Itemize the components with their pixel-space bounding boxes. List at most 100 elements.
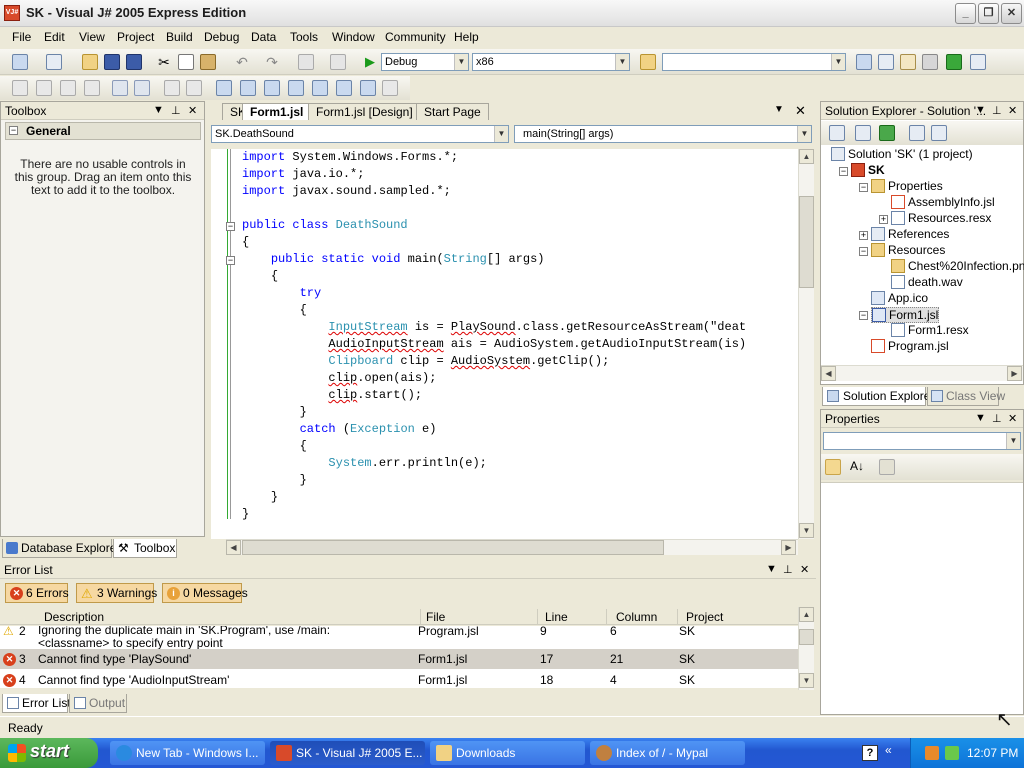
tree-item[interactable]: Program.jsl <box>871 339 949 353</box>
close-icon[interactable]: ✕ <box>188 104 197 117</box>
word-completion-icon[interactable] <box>60 80 76 96</box>
table-row[interactable]: ✕ 3 Cannot find type 'PlaySound' Form1.j… <box>0 649 798 669</box>
scroll-thumb[interactable] <box>799 196 814 288</box>
menu-debug[interactable]: Debug <box>204 30 239 44</box>
add-item-icon[interactable] <box>46 54 62 70</box>
task-visual-j[interactable]: SK - Visual J# 2005 E... <box>270 741 425 765</box>
pin-icon[interactable]: ⊥ <box>783 563 793 576</box>
platform-combo[interactable]: x86 ▼ <box>472 53 630 71</box>
start-button[interactable]: start <box>0 738 98 768</box>
close-button[interactable]: ✕ <box>1001 3 1022 24</box>
tab-output[interactable]: Output <box>69 694 127 713</box>
dropdown-icon[interactable]: ▼ <box>975 412 986 424</box>
start-debugging-icon[interactable]: ▶ <box>362 54 378 70</box>
column-project[interactable]: Project <box>686 610 723 624</box>
tab-form1-jsl[interactable]: Form1.jsl <box>242 103 312 120</box>
chevron-down-icon[interactable]: ▼ <box>1006 433 1020 449</box>
tab-solution-explorer[interactable]: Solution Explorer <box>822 387 934 406</box>
collapse-icon[interactable]: − <box>859 183 868 192</box>
quick-info-icon[interactable] <box>12 80 28 96</box>
categorized-icon[interactable] <box>825 459 841 475</box>
minimize-button[interactable]: _ <box>955 3 976 24</box>
task-new-tab[interactable]: New Tab - Windows I... <box>110 741 265 765</box>
bookmark-icon[interactable] <box>216 80 232 96</box>
tab-form1-design[interactable]: Form1.jsl [Design] <box>308 103 421 120</box>
tree-item[interactable]: Solution 'SK' (1 project) <box>831 147 973 161</box>
pin-icon[interactable]: ⊥ <box>171 104 181 117</box>
tree-item[interactable]: SK <box>851 163 885 177</box>
object-browser-icon[interactable] <box>900 54 916 70</box>
editor-vertical-scrollbar[interactable]: ▲ ▼ <box>798 149 814 539</box>
chevron-down-icon[interactable]: ▼ <box>454 54 468 70</box>
column-file[interactable]: File <box>426 610 445 624</box>
navigate-back-icon[interactable] <box>298 54 314 70</box>
menu-view[interactable]: View <box>79 30 105 44</box>
menu-file[interactable]: File <box>12 30 31 44</box>
class-combo[interactable]: SK.DeathSound ▼ <box>211 125 509 143</box>
scroll-down-icon[interactable]: ▼ <box>799 673 814 688</box>
open-file-icon[interactable] <box>82 54 98 70</box>
menu-community[interactable]: Community <box>385 30 446 44</box>
chevron-down-icon[interactable]: ▼ <box>831 54 845 70</box>
hscroll-thumb[interactable] <box>242 540 664 555</box>
active-files-icon[interactable]: ▼ <box>774 104 784 115</box>
save-all-icon[interactable] <box>126 54 142 70</box>
tab-class-view[interactable]: Class View <box>927 387 1005 406</box>
scroll-left-icon[interactable]: ◀ <box>226 540 241 555</box>
refresh-icon[interactable] <box>879 125 895 141</box>
solution-explorer-icon[interactable] <box>856 54 872 70</box>
next-bookmark-folder-icon[interactable] <box>312 80 328 96</box>
cut-icon[interactable]: ✂ <box>156 54 172 70</box>
menu-tools[interactable]: Tools <box>290 30 318 44</box>
start-page-icon[interactable] <box>946 54 962 70</box>
solution-horizontal-scrollbar[interactable]: ◀ ▶ <box>821 365 1023 381</box>
close-icon[interactable]: ✕ <box>800 563 809 576</box>
next-bookmark-icon[interactable] <box>264 80 280 96</box>
table-row[interactable]: ✕ 4 Cannot find type 'AudioInputStream' … <box>0 670 798 688</box>
editor-horizontal-scrollbar[interactable]: ◀ ▶ <box>226 539 798 555</box>
tab-error-list[interactable]: Error List <box>2 694 71 713</box>
undo-icon[interactable]: ↶ <box>234 54 250 70</box>
table-row[interactable]: ⚠ 2 Ignoring the duplicate main in 'SK.P… <box>0 626 798 650</box>
new-project-icon[interactable] <box>12 54 28 70</box>
scroll-up-icon[interactable]: ▲ <box>799 607 814 622</box>
clear-bookmarks-icon[interactable] <box>336 80 352 96</box>
menu-build[interactable]: Build <box>166 30 193 44</box>
collapse-icon[interactable]: − <box>859 311 868 320</box>
tree-item[interactable]: Chest%20Infection.png <box>891 259 1024 273</box>
scroll-up-icon[interactable]: ▲ <box>799 149 814 164</box>
tab-start-page[interactable]: Start Page <box>416 103 489 120</box>
pin-icon[interactable]: ⊥ <box>992 412 1002 425</box>
expand-icon[interactable]: + <box>859 231 868 240</box>
show-all-files-icon[interactable] <box>855 125 871 141</box>
tab-toolbox[interactable]: ⚒ Toolbox <box>113 539 177 558</box>
collapse-icon[interactable]: − <box>859 247 868 256</box>
scroll-left-icon[interactable]: ◀ <box>821 366 836 381</box>
view-code-icon[interactable] <box>909 125 925 141</box>
error-list-scrollbar[interactable]: ▲ ▼ <box>798 607 814 690</box>
toggle-bookmark-icon[interactable] <box>360 80 376 96</box>
tree-item[interactable]: death.wav <box>891 275 963 289</box>
properties-icon[interactable] <box>829 125 845 141</box>
tray-app-icon[interactable] <box>925 746 939 760</box>
property-grid[interactable] <box>821 482 1023 714</box>
member-combo[interactable]: main(String[] args) ▼ <box>514 125 812 143</box>
scroll-thumb[interactable] <box>799 629 814 645</box>
previous-bookmark-icon[interactable] <box>240 80 256 96</box>
menu-edit[interactable]: Edit <box>44 30 65 44</box>
parameter-info-icon[interactable] <box>36 80 52 96</box>
scroll-down-icon[interactable]: ▼ <box>799 523 814 538</box>
collapse-class-icon[interactable]: − <box>226 222 235 231</box>
column-column[interactable]: Column <box>616 610 657 624</box>
paste-icon[interactable] <box>200 54 216 70</box>
navigate-forward-icon[interactable] <box>330 54 346 70</box>
collapse-icon[interactable]: − <box>9 126 18 135</box>
menu-project[interactable]: Project <box>117 30 154 44</box>
indent-icon[interactable] <box>134 80 150 96</box>
menu-window[interactable]: Window <box>332 30 375 44</box>
clock[interactable]: 12:07 PM <box>967 746 1018 760</box>
tree-item[interactable]: References <box>871 227 949 241</box>
toolbox-group-header[interactable]: − General <box>5 122 201 140</box>
expand-icon[interactable]: + <box>879 215 888 224</box>
pin-icon[interactable]: ⊥ <box>992 104 1002 117</box>
